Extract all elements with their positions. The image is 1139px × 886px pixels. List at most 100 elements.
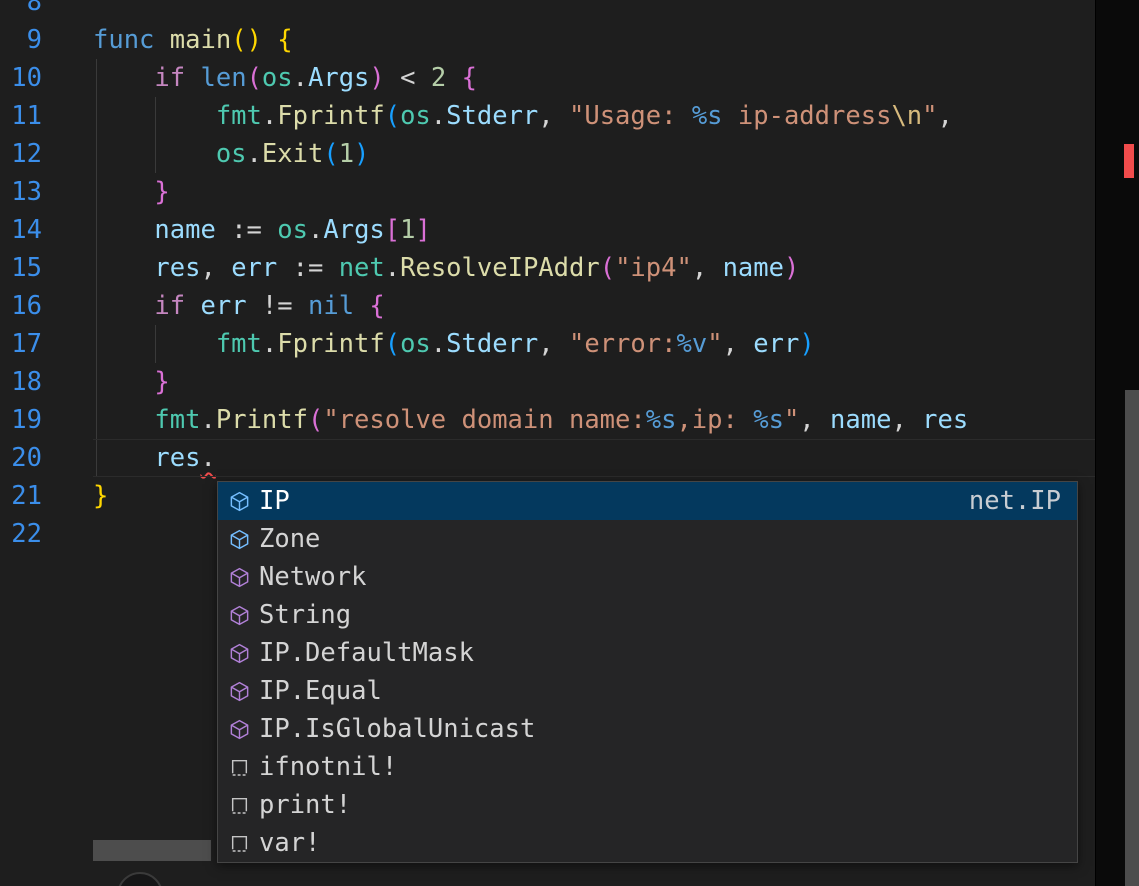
line-number[interactable]: 20 [0,439,42,477]
code-token: res [154,253,200,283]
code-line[interactable]: 10 if len(os.Args) < 2 { [0,59,1095,97]
code-token: ) [247,25,262,55]
code-token: fmt [216,101,262,131]
code-token: name [154,215,215,245]
code-token [93,443,154,473]
suggestion-item[interactable]: var! [218,824,1077,862]
suggestion-item[interactable]: ifnotnil! [218,748,1077,786]
code-text: func main() { [93,21,293,59]
symbol-method-icon [227,565,251,589]
code-line[interactable]: 13 } [0,173,1095,211]
code-token: err [231,253,277,283]
autocomplete-popup[interactable]: IPnet.IP Zone Network String IP.DefaultM… [217,481,1078,863]
code-token: { [462,63,477,93]
suggestion-label: Network [259,558,366,596]
code-token: Printf [216,405,308,435]
line-number[interactable]: 19 [0,401,42,439]
code-token: Stderr [446,101,538,131]
code-token: Exit [262,139,323,169]
code-text: } [93,363,170,401]
code-token [93,405,154,435]
horizontal-scrollbar-thumb[interactable] [93,840,211,861]
error-token: . [200,443,215,473]
code-token: main [170,25,231,55]
line-number[interactable]: 14 [0,211,42,249]
code-token: , [538,329,569,359]
code-token [216,215,231,245]
code-token: %s [692,101,723,131]
code-token: err [753,329,799,359]
code-token: len [201,63,247,93]
code-token: ) [354,139,369,169]
code-token: , [200,253,231,283]
suggestion-item[interactable]: Zone [218,520,1077,558]
editor-pane[interactable]: 89func main() {10 if len(os.Args) < 2 {1… [0,0,1095,553]
code-token [93,367,154,397]
suggestion-item[interactable]: print! [218,786,1077,824]
code-token: } [154,177,169,207]
symbol-snippet-icon [227,831,251,855]
line-number[interactable]: 13 [0,173,42,211]
line-number[interactable]: 9 [0,21,42,59]
code-token: res [922,405,968,435]
code-line[interactable]: 15 res, err := net.ResolveIPAddr("ip4", … [0,249,1095,287]
suggestion-item[interactable]: IPnet.IP [218,482,1077,520]
suggestion-item[interactable]: String [218,596,1077,634]
line-number[interactable]: 15 [0,249,42,287]
code-token: name [830,405,891,435]
line-number[interactable]: 11 [0,97,42,135]
code-token [93,291,154,321]
code-token: [ [385,215,400,245]
code-token: . [431,329,446,359]
suggestion-label: IP.Equal [259,672,382,710]
overview-ruler[interactable] [1095,0,1139,886]
code-token: . [431,101,446,131]
suggestion-item[interactable]: IP.DefaultMask [218,634,1077,672]
symbol-field-icon [227,489,251,513]
code-token: Args [308,63,369,93]
code-token: %s [753,405,784,435]
code-line[interactable]: 18 } [0,363,1095,401]
line-number[interactable]: 16 [0,287,42,325]
code-token [262,25,277,55]
symbol-snippet-icon [227,755,251,779]
floating-button[interactable] [117,872,163,886]
line-number[interactable]: 21 [0,477,42,515]
code-line[interactable]: 20 res. [0,439,1095,477]
code-line[interactable]: 8 [0,0,1095,21]
line-number[interactable]: 17 [0,325,42,363]
code-line[interactable]: 12 os.Exit(1) [0,135,1095,173]
code-token: 1 [400,215,415,245]
suggestion-item[interactable]: IP.IsGlobalUnicast [218,710,1077,748]
code-line[interactable]: 9 func main() { [0,21,1095,59]
line-number[interactable]: 10 [0,59,42,97]
suggestion-item[interactable]: Network [218,558,1077,596]
code-line[interactable]: 17 fmt.Fprintf(os.Stderr, "error:%v", er… [0,325,1095,363]
code-token: } [154,367,169,397]
code-token: Fprintf [277,329,384,359]
code-line[interactable]: 16 if err != nil { [0,287,1095,325]
code-token: " [707,329,722,359]
code-token: . [262,101,277,131]
line-number[interactable]: 22 [0,515,42,553]
code-token [247,291,262,321]
line-number[interactable]: 18 [0,363,42,401]
line-number[interactable]: 8 [0,0,42,21]
code-token: Args [323,215,384,245]
error-marker [1124,144,1134,178]
symbol-method-icon [227,641,251,665]
code-line[interactable]: 11 fmt.Fprintf(os.Stderr, "Usage: %s ip-… [0,97,1095,135]
code-text: res, err := net.ResolveIPAddr("ip4", nam… [93,249,799,287]
code-text: res. [93,439,216,477]
suggestion-item[interactable]: IP.Equal [218,672,1077,710]
code-token: ResolveIPAddr [400,253,600,283]
code-line[interactable]: 19 fmt.Printf("resolve domain name:%s,ip… [0,401,1095,439]
vertical-scrollbar-thumb[interactable] [1125,390,1139,886]
code-token: != [262,291,293,321]
code-token: ( [323,139,338,169]
code-line[interactable]: 14 name := os.Args[1] [0,211,1095,249]
code-token: 2 [431,63,446,93]
line-number[interactable]: 12 [0,135,42,173]
code-token: . [200,405,215,435]
code-token: fmt [154,405,200,435]
